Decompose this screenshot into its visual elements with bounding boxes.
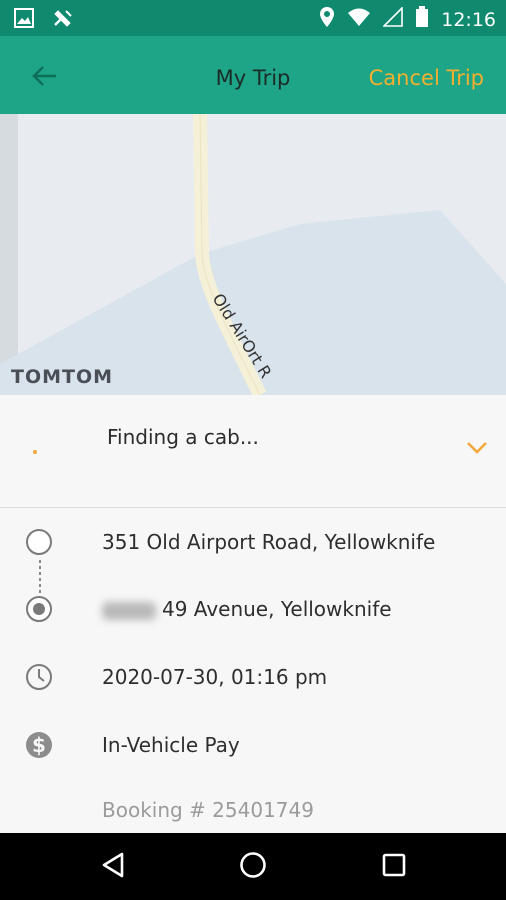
- pickup-address: 351 Old Airport Road, Yellowknife: [102, 530, 436, 554]
- wifi-icon: [347, 7, 371, 32]
- payment-method: In-Vehicle Pay: [102, 733, 240, 757]
- booking-number: Booking # 25401749: [102, 798, 314, 822]
- redacted-text: [102, 601, 156, 620]
- cancel-trip-button[interactable]: Cancel Trip: [369, 66, 484, 90]
- status-bar: 12:16: [0, 0, 506, 36]
- pickup-circle-icon: [24, 527, 54, 557]
- dropoff-row: 49 Avenue, Yellowknife: [0, 589, 506, 629]
- battery-icon: [415, 6, 429, 33]
- pickup-row: 351 Old Airport Road, Yellowknife: [0, 522, 506, 562]
- home-circle-icon: [239, 852, 267, 883]
- nav-back-button[interactable]: [100, 851, 126, 884]
- trip-datetime: 2020-07-30, 01:16 pm: [102, 665, 328, 689]
- back-triangle-icon: [100, 852, 126, 883]
- dropoff-address: 49 Avenue, Yellowknife: [162, 597, 392, 621]
- status-time: 12:16: [441, 8, 496, 31]
- trip-status-text: Finding a cab...: [107, 425, 259, 449]
- expand-button[interactable]: [466, 441, 488, 460]
- signal-icon: [382, 6, 404, 32]
- nav-recents-button[interactable]: [381, 851, 407, 884]
- image-icon: [14, 8, 34, 33]
- dollar-icon: $: [24, 730, 54, 760]
- trip-status-panel: Finding a cab...: [0, 395, 506, 508]
- trip-details: 351 Old Airport Road, Yellowknife 49 Ave…: [0, 508, 506, 833]
- dropoff-address-wrap: 49 Avenue, Yellowknife: [102, 597, 392, 621]
- status-dot-icon: [32, 442, 38, 460]
- satellite-icon: [52, 8, 74, 33]
- location-pin-icon: [319, 6, 335, 33]
- nav-home-button[interactable]: [239, 851, 267, 884]
- svg-text:$: $: [32, 733, 46, 757]
- system-nav-bar: [0, 833, 506, 900]
- clock-icon: [24, 662, 54, 692]
- chevron-down-icon: [466, 442, 488, 459]
- datetime-row: 2020-07-30, 01:16 pm: [0, 657, 506, 697]
- app-bar: My Trip Cancel Trip: [0, 36, 506, 114]
- map-view[interactable]: Old AirOrt R TOMTOM: [0, 114, 506, 395]
- map-brand-logo: TOMTOM: [11, 366, 114, 388]
- recents-square-icon: [381, 853, 407, 883]
- payment-row: $ In-Vehicle Pay: [0, 725, 506, 765]
- dropoff-circle-icon: [24, 594, 54, 624]
